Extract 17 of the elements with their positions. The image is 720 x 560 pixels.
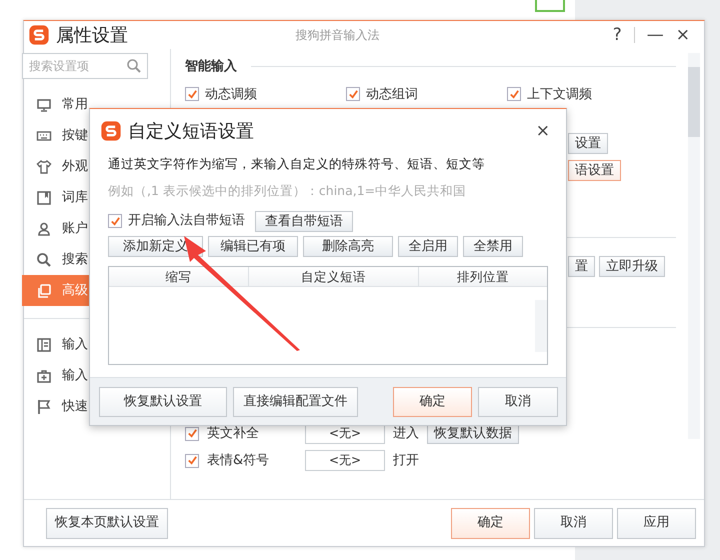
action-text: 进入 — [393, 424, 419, 443]
window-title: 属性设置 — [56, 24, 128, 48]
checkbox-label: 表情&符号 — [207, 452, 270, 470]
action-text: 打开 — [393, 452, 419, 470]
column-header: 排列位置 — [418, 266, 547, 286]
checkbox-label: 开启输入法自带短语 — [128, 212, 245, 230]
column-header: 缩写 — [164, 268, 193, 286]
checkbox-label: 动态组词 — [366, 86, 418, 104]
dialog-title: 自定义短语设置 — [128, 120, 255, 144]
section-title: 智能输入 — [185, 58, 237, 76]
checkbox-label: 动态调频 — [205, 86, 257, 104]
column-header: 自定义短语 — [248, 266, 418, 286]
checkbox-label: 英文补全 — [207, 424, 260, 443]
example-text: 例如（,1 表示候选中的排列位置）：china,1=中华人民共和国 — [108, 182, 468, 200]
app-name: 搜狗拼音输入法 — [294, 27, 380, 44]
checkbox-label: 上下文调频 — [527, 86, 592, 104]
description-text: 通过英文字符作为缩写，来输入自定义的特殊符号、短语、短文等 — [108, 155, 486, 173]
